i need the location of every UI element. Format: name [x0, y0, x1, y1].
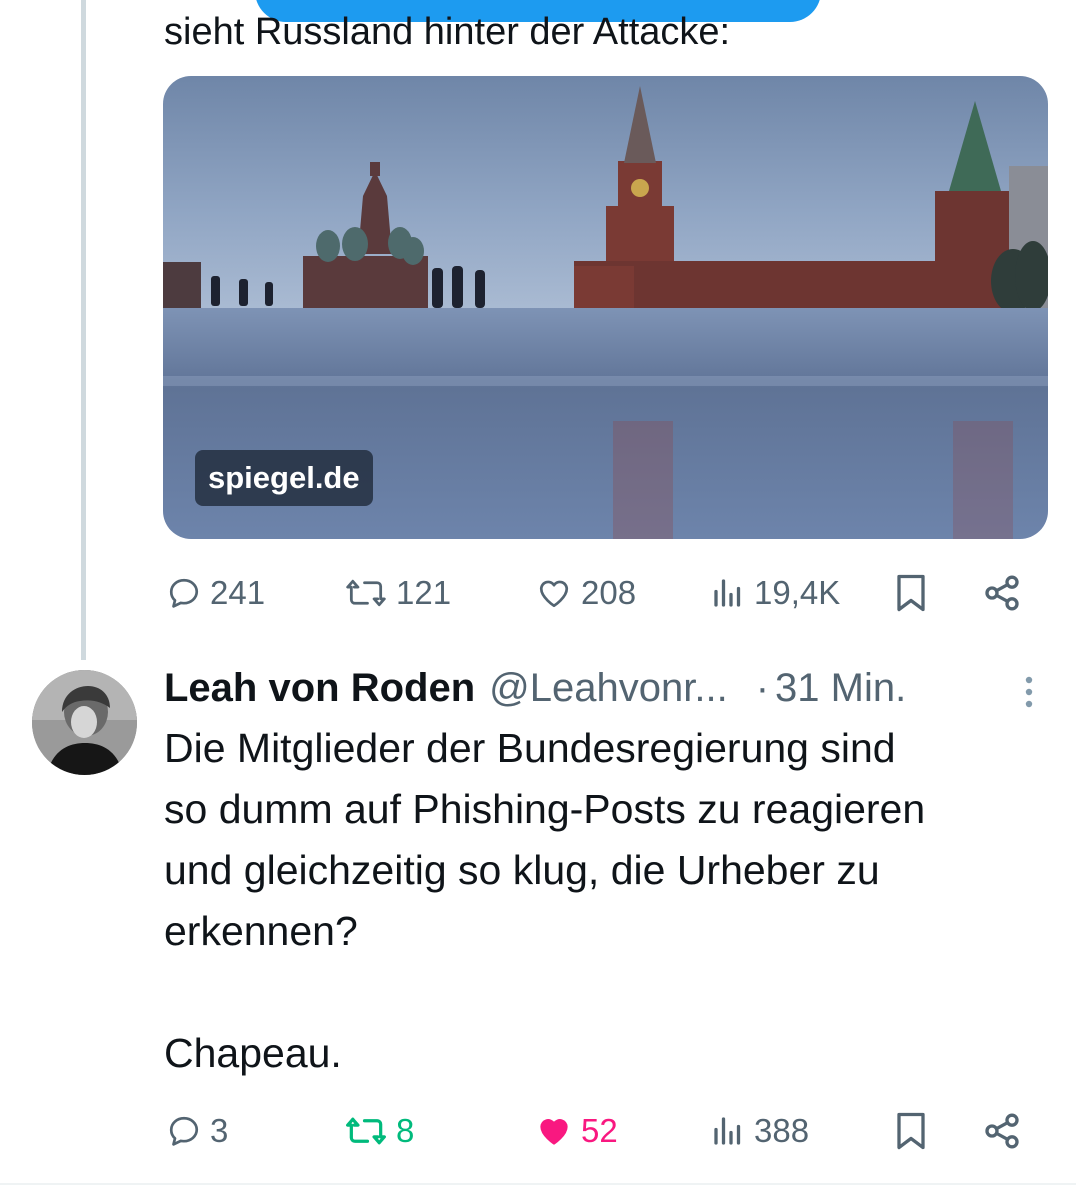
- reply-text-closing: Chapeau.: [164, 1030, 342, 1076]
- bookmark-icon: [897, 1112, 925, 1150]
- views-count: 19,4K: [754, 574, 841, 611]
- bookmark-button[interactable]: [893, 568, 929, 618]
- reply-count: 3: [210, 1112, 229, 1149]
- thread-connector-line: [81, 0, 86, 660]
- author-handle[interactable]: @Leahvonr...: [489, 666, 728, 711]
- repost-icon: [346, 579, 386, 607]
- repost-icon: [346, 1117, 386, 1145]
- post-divider: [0, 1183, 1076, 1185]
- separator-dot: ·: [755, 665, 770, 710]
- previous-post-text: sieht Russland hinter der Attacke:: [164, 11, 731, 53]
- reply-header: Leah von Roden @Leahvonr... · 31 Min.: [164, 660, 1044, 716]
- repost-count: 8: [396, 1112, 415, 1149]
- reply-button[interactable]: 241: [166, 568, 265, 618]
- author-name[interactable]: Leah von Roden: [164, 666, 475, 711]
- more-icon: [1025, 676, 1033, 708]
- like-count: 52: [581, 1112, 618, 1149]
- reply-text-line: und gleichzeitig so klug, die Urheber zu: [164, 847, 880, 893]
- reply-text-line: so dumm auf Phishing-Posts zu reagieren: [164, 786, 926, 832]
- reply-count: 241: [210, 574, 266, 611]
- like-icon: [540, 1119, 568, 1145]
- share-button[interactable]: [982, 1106, 1022, 1156]
- views-icon: [714, 1117, 741, 1145]
- like-icon: [539, 580, 569, 608]
- reply-icon: [169, 578, 199, 608]
- repost-button[interactable]: 8: [344, 1106, 414, 1156]
- repost-button[interactable]: 121: [344, 568, 451, 618]
- author-avatar[interactable]: [32, 670, 137, 775]
- reply-post-actions: 3 8 52 388: [0, 1106, 1076, 1156]
- repost-count: 121: [396, 574, 452, 611]
- link-domain-label: spiegel.de: [195, 450, 373, 506]
- share-icon: [985, 575, 1019, 611]
- previous-post-actions: 241 121 208 19,4K: [0, 568, 1076, 618]
- like-button[interactable]: 208: [535, 568, 636, 618]
- more-options-button[interactable]: [1014, 670, 1044, 720]
- reply-text-line: erkennen?: [164, 908, 358, 954]
- like-button[interactable]: 52: [535, 1106, 618, 1156]
- bookmark-icon: [897, 574, 925, 612]
- reply-button[interactable]: 3: [166, 1106, 228, 1156]
- share-icon: [985, 1113, 1019, 1149]
- views-button[interactable]: 19,4K: [710, 568, 840, 618]
- views-icon: [714, 579, 741, 607]
- post-time[interactable]: 31 Min.: [775, 666, 906, 711]
- reply-icon: [169, 1116, 199, 1146]
- share-button[interactable]: [982, 568, 1022, 618]
- avatar-image: [32, 670, 137, 775]
- link-preview-card[interactable]: spiegel.de: [163, 76, 1048, 539]
- views-count: 388: [754, 1112, 810, 1149]
- like-count: 208: [581, 574, 637, 611]
- reply-text-line: Die Mitglieder der Bundesregierung sind: [164, 725, 896, 771]
- reply-post-text: Die Mitglieder der Bundesregierung sind …: [164, 718, 1064, 1084]
- bookmark-button[interactable]: [893, 1106, 929, 1156]
- views-button[interactable]: 388: [710, 1106, 809, 1156]
